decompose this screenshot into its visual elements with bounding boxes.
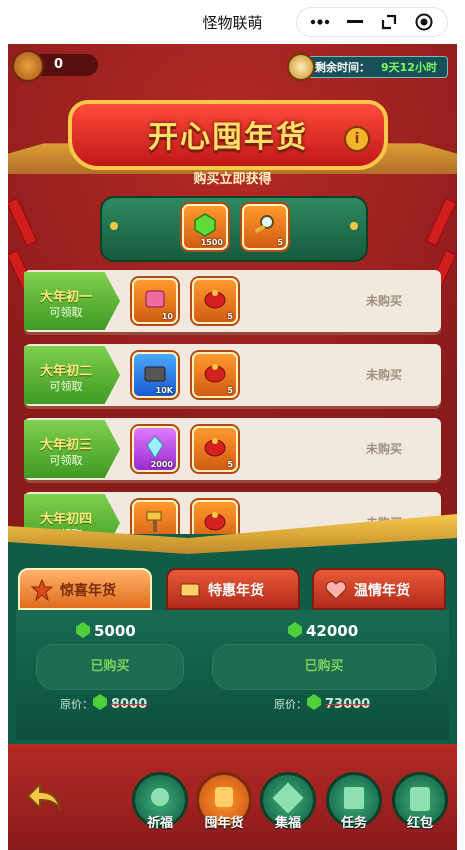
ticket-icon (180, 583, 200, 597)
heart-icon (325, 581, 347, 600)
firecracker-pack-icon (204, 438, 226, 457)
restore-window-icon[interactable] (378, 11, 400, 33)
firecracker-pack-icon (204, 512, 226, 531)
crystal-icon (146, 435, 164, 459)
remaining-time-value: 9天12小时 (381, 61, 437, 74)
day-item[interactable]: 5 (192, 426, 238, 472)
firecracker-pack-icon (204, 364, 226, 383)
day-item[interactable]: 10K (132, 352, 178, 398)
day-badge: 大年初二 可领取 (24, 346, 120, 404)
original-price-label: 原价： (60, 698, 93, 711)
capsule-menu (296, 7, 448, 37)
day-name: 大年初二 (39, 364, 92, 379)
green-gem-icon (307, 694, 321, 710)
day-name: 大年初一 (39, 290, 92, 305)
hammer-icon (146, 511, 162, 532)
nav-label: 集福 (274, 816, 301, 831)
tab-label: 惊喜年货 (60, 583, 116, 599)
tab-label: 温情年货 (354, 583, 410, 599)
clock-icon (287, 53, 315, 81)
green-gem-icon (76, 622, 90, 638)
purchase-state: 未购买 (365, 368, 402, 382)
nav-label: 红包 (406, 816, 433, 831)
game-view: 0 剩余时间： 9天12小时 开心囤年货 i 购买立即获得 1500 5 大年初… (8, 44, 457, 850)
event-banner: 开心囤年货 (68, 100, 388, 170)
day-item[interactable]: 5 (192, 278, 238, 324)
offer-price-value: 42000 (306, 622, 359, 640)
instant-reward-bar: 1500 5 (100, 196, 368, 262)
tab-discount-goods[interactable]: 特惠年货 (166, 568, 300, 610)
reward-subtitle: 购买立即获得 (193, 172, 272, 187)
reward-item[interactable]: 5 (242, 204, 288, 250)
day-row: 大年初一 可领取 10 5 未购买 (24, 270, 441, 332)
minimize-icon[interactable] (344, 11, 366, 33)
original-price-value: 8000 (111, 697, 148, 712)
day-item-qty: 5 (227, 312, 233, 321)
mini-program-top-bar: 怪物联萌 (0, 0, 465, 44)
green-gem-icon (194, 213, 216, 237)
purchased-button[interactable]: 已购买 (36, 644, 184, 690)
day-row: 大年初二 可领取 10K 5 未购买 (24, 344, 441, 406)
tab-label: 特惠年货 (208, 583, 264, 599)
nav-label: 任务 (340, 816, 367, 831)
green-gem-icon (93, 694, 107, 710)
day-item-qty: 5 (227, 460, 233, 469)
original-price-value: 73000 (325, 697, 371, 712)
day-status: 可领取 (49, 306, 83, 319)
tab-surprise-goods[interactable]: 惊喜年货 (18, 568, 152, 610)
close-program-icon[interactable] (413, 11, 435, 33)
purchase-state: 未购买 (365, 442, 402, 456)
offer-price: 5000 (76, 622, 136, 640)
original-price: 原价： 73000 (274, 694, 370, 712)
reward-qty: 5 (277, 238, 283, 247)
day-item-qty: 10 (161, 312, 173, 321)
reward-qty: 1500 (200, 238, 223, 247)
green-gem-icon (288, 622, 302, 638)
firecracker-pack-icon (204, 290, 226, 309)
magnifier-icon (254, 215, 274, 234)
day-badge: 大年初三 可领取 (24, 420, 120, 478)
purchased-button[interactable]: 已购买 (212, 644, 436, 690)
coin-counter: 0 (12, 50, 98, 82)
nav-label: 囤年货 (204, 816, 244, 831)
nav-label: 祈福 (146, 816, 173, 831)
day-badge: 大年初一 可领取 (24, 272, 120, 330)
day-item[interactable]: 10 (132, 278, 178, 324)
info-icon[interactable]: i (344, 126, 370, 152)
coin-bag-icon (12, 50, 44, 82)
more-options-icon[interactable] (309, 11, 331, 33)
day-item[interactable]: 5 (192, 352, 238, 398)
back-arrow-icon[interactable] (24, 780, 66, 816)
original-price-label: 原价： (274, 698, 307, 711)
day-name: 大年初四 (39, 512, 92, 527)
day-item-qty: 2000 (150, 460, 173, 469)
remaining-time-label: 剩余时间： (315, 61, 370, 74)
tab-warm-goods[interactable]: 温情年货 (312, 568, 446, 610)
day-item[interactable]: 2000 (132, 426, 178, 472)
reward-item[interactable]: 1500 (182, 204, 228, 250)
day-item-qty: 10K (155, 386, 173, 395)
remaining-time: 剩余时间： 9天12小时 (287, 53, 448, 81)
offer-price-value: 5000 (94, 622, 136, 640)
day-item-qty: 5 (227, 386, 233, 395)
event-title: 开心囤年货 (148, 120, 308, 155)
scroll-icon (145, 290, 165, 308)
star-icon (30, 578, 54, 602)
day-status: 可领取 (49, 380, 83, 393)
day-status: 可领取 (49, 454, 83, 467)
reward-bar-dot (350, 222, 358, 230)
coin-value: 0 (54, 57, 64, 72)
iron-ore-icon (144, 366, 166, 382)
day-row: 大年初三 可领取 2000 5 未购买 (24, 418, 441, 480)
original-price: 原价： 8000 (60, 694, 147, 712)
offer-price: 42000 (288, 622, 358, 640)
day-name: 大年初三 (39, 438, 92, 453)
reward-bar-dot (110, 222, 118, 230)
purchase-state: 未购买 (365, 294, 402, 308)
